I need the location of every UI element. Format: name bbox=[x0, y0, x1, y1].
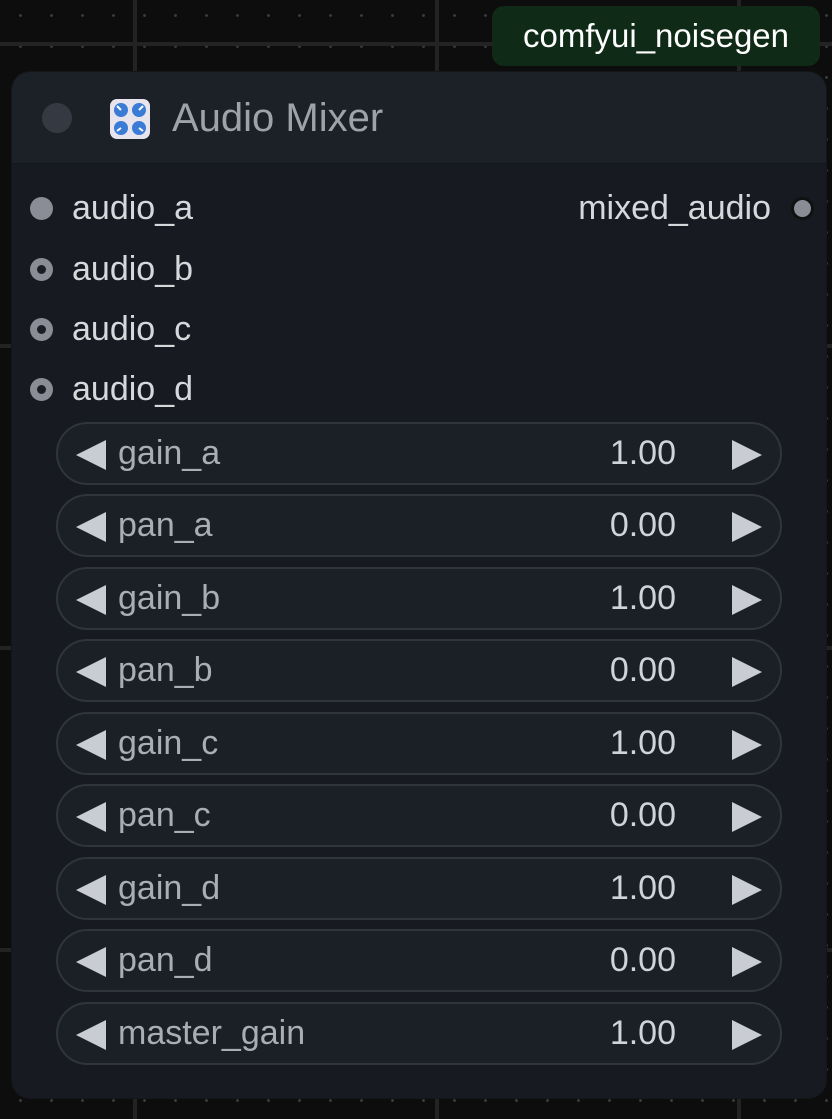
decrement-arrow-icon[interactable] bbox=[76, 657, 106, 687]
slot-label: audio_d bbox=[72, 369, 194, 408]
increment-arrow-icon[interactable] bbox=[732, 1020, 762, 1050]
output-slot-mixed-audio[interactable]: mixed_audio bbox=[578, 183, 814, 233]
widget-value[interactable]: 1.00 bbox=[610, 569, 676, 628]
widget-value[interactable]: 0.00 bbox=[610, 786, 676, 845]
slot-dot-icon[interactable] bbox=[791, 196, 814, 220]
input-slot-audio-b[interactable]: audio_b bbox=[30, 244, 193, 294]
increment-arrow-icon[interactable] bbox=[732, 730, 762, 760]
node-source-badge: comfyui_noisegen bbox=[492, 6, 820, 66]
decrement-arrow-icon[interactable] bbox=[76, 585, 106, 615]
slot-label: mixed_audio bbox=[578, 188, 771, 227]
widget-value[interactable]: 1.00 bbox=[610, 424, 676, 483]
widget-name: pan_b bbox=[118, 651, 213, 689]
widget-master-gain[interactable]: master_gain 1.00 bbox=[56, 1002, 782, 1065]
slot-dot-icon[interactable] bbox=[30, 257, 53, 281]
decrement-arrow-icon[interactable] bbox=[76, 1020, 106, 1050]
widget-gain-b[interactable]: gain_b 1.00 bbox=[56, 567, 782, 630]
slot-dot-icon[interactable] bbox=[30, 196, 53, 220]
widget-pan-a[interactable]: pan_a 0.00 bbox=[56, 494, 782, 557]
increment-arrow-icon[interactable] bbox=[732, 657, 762, 687]
widget-pan-b[interactable]: pan_b 0.00 bbox=[56, 639, 782, 702]
widget-value[interactable]: 0.00 bbox=[610, 641, 676, 700]
increment-arrow-icon[interactable] bbox=[732, 875, 762, 905]
slot-label: audio_b bbox=[72, 249, 194, 288]
widget-pan-d[interactable]: pan_d 0.00 bbox=[56, 929, 782, 992]
mixer-knobs-icon bbox=[110, 99, 150, 139]
decrement-arrow-icon[interactable] bbox=[76, 512, 106, 542]
widget-name: gain_d bbox=[118, 869, 221, 907]
widget-name: pan_d bbox=[118, 941, 213, 979]
slot-dot-icon[interactable] bbox=[30, 377, 53, 401]
widget-gain-c[interactable]: gain_c 1.00 bbox=[56, 712, 782, 775]
widget-value[interactable]: 1.00 bbox=[610, 859, 676, 918]
decrement-arrow-icon[interactable] bbox=[76, 947, 106, 977]
node-title: Audio Mixer bbox=[172, 96, 384, 140]
widget-value[interactable]: 1.00 bbox=[610, 1004, 676, 1063]
decrement-arrow-icon[interactable] bbox=[76, 440, 106, 470]
widget-name: pan_c bbox=[118, 796, 211, 834]
widget-value[interactable]: 0.00 bbox=[610, 931, 676, 990]
widget-gain-d[interactable]: gain_d 1.00 bbox=[56, 857, 782, 920]
slot-label: audio_c bbox=[72, 309, 192, 348]
increment-arrow-icon[interactable] bbox=[732, 512, 762, 542]
widget-name: master_gain bbox=[118, 1014, 306, 1052]
widget-gain-a[interactable]: gain_a 1.00 bbox=[56, 422, 782, 485]
widget-name: gain_b bbox=[118, 579, 221, 617]
increment-arrow-icon[interactable] bbox=[732, 802, 762, 832]
collapse-toggle[interactable] bbox=[42, 103, 72, 133]
input-slot-audio-a[interactable]: audio_a bbox=[30, 183, 193, 233]
increment-arrow-icon[interactable] bbox=[732, 440, 762, 470]
slot-label: audio_a bbox=[72, 188, 194, 227]
widget-value[interactable]: 0.00 bbox=[610, 496, 676, 555]
slot-dot-icon[interactable] bbox=[30, 317, 53, 341]
decrement-arrow-icon[interactable] bbox=[76, 730, 106, 760]
widget-value[interactable]: 1.00 bbox=[610, 714, 676, 773]
input-slot-audio-d[interactable]: audio_d bbox=[30, 364, 193, 414]
widget-pan-c[interactable]: pan_c 0.00 bbox=[56, 784, 782, 847]
decrement-arrow-icon[interactable] bbox=[76, 802, 106, 832]
decrement-arrow-icon[interactable] bbox=[76, 875, 106, 905]
widget-name: gain_a bbox=[118, 434, 221, 472]
widget-name: gain_c bbox=[118, 724, 219, 762]
increment-arrow-icon[interactable] bbox=[732, 585, 762, 615]
increment-arrow-icon[interactable] bbox=[732, 947, 762, 977]
widget-name: pan_a bbox=[118, 506, 213, 544]
input-slot-audio-c[interactable]: audio_c bbox=[30, 304, 191, 354]
node-header[interactable]: Audio Mixer bbox=[12, 72, 826, 164]
